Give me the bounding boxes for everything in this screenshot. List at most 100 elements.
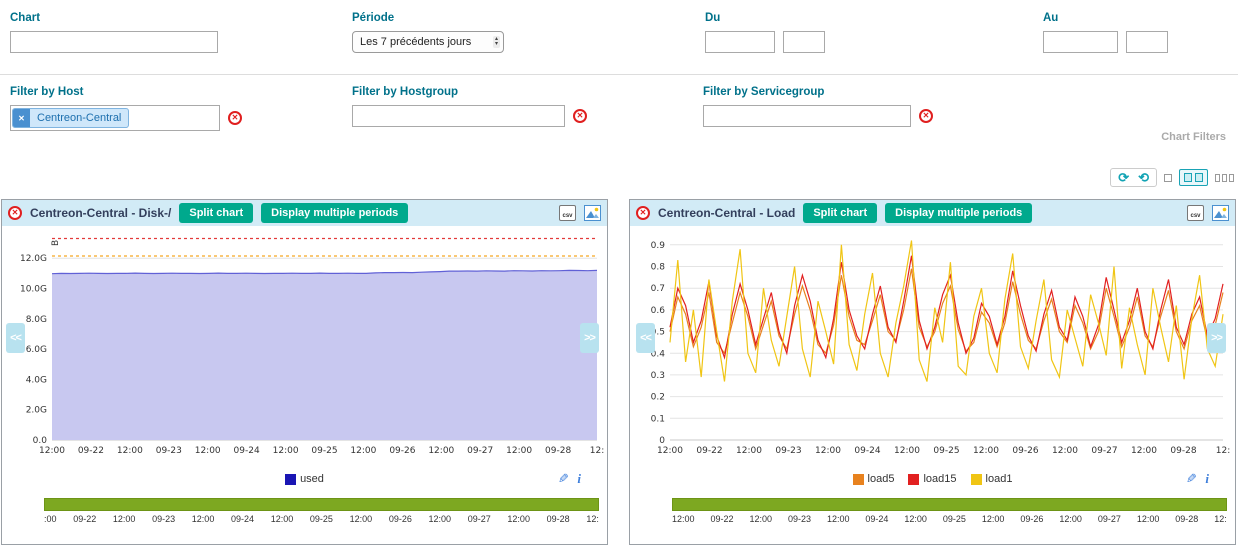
timeline-tick: 09-24	[865, 514, 888, 524]
du-label: Du	[705, 12, 825, 24]
export-image-icon[interactable]	[1212, 205, 1229, 221]
svg-text:12:00: 12:00	[350, 446, 376, 456]
display-multiple-periods-button[interactable]: Display multiple periods	[261, 203, 408, 223]
export-csv-icon[interactable]: csv	[559, 205, 576, 221]
svg-text:12:00: 12:00	[736, 446, 762, 456]
refresh-icon[interactable]: ⟳	[1118, 171, 1129, 184]
svg-text:09-28: 09-28	[1170, 446, 1196, 456]
timeline-tick-labels: 12:0009-2212:0009-2312:0009-2412:0009-25…	[672, 514, 1227, 524]
graph-info-icon[interactable]: i	[577, 471, 581, 487]
filter-by-host-label: Filter by Host	[10, 86, 242, 98]
au-date-input[interactable]	[1043, 31, 1118, 53]
view-toolbar: ⟳ ⟲	[1110, 168, 1234, 187]
clear-host-filter-icon[interactable]: ✕	[228, 111, 242, 125]
svg-text:09-23: 09-23	[775, 446, 801, 456]
chart-filters-section-label: Chart Filters	[1161, 131, 1226, 143]
legend-label: load15	[923, 473, 956, 485]
timeline-tick: 12:00	[429, 514, 452, 524]
select-arrows-icon: ▴▾	[493, 36, 500, 48]
svg-text:09-22: 09-22	[696, 446, 722, 456]
servicegroup-filter-input[interactable]	[703, 105, 911, 127]
one-column-layout-icon[interactable]	[1164, 174, 1172, 182]
filter-by-host-field: Filter by Host ✕ Centreon-Central ✕	[10, 86, 242, 131]
scroll-left-button[interactable]: <<	[6, 323, 25, 353]
host-tag: ✕ Centreon-Central	[12, 108, 129, 128]
close-graph-icon[interactable]: ✕	[636, 206, 650, 220]
svg-text:09-22: 09-22	[78, 446, 104, 456]
load-chart[interactable]: 00.10.20.30.40.50.60.70.80.912:0009-2212…	[630, 226, 1235, 458]
svg-text:0.8: 0.8	[651, 263, 666, 273]
clear-servicegroup-filter-icon[interactable]: ✕	[919, 109, 933, 123]
du-time-input[interactable]	[783, 31, 825, 53]
svg-text:09-24: 09-24	[234, 446, 260, 456]
split-chart-button[interactable]: Split chart	[179, 203, 253, 223]
display-multiple-periods-button[interactable]: Display multiple periods	[885, 203, 1032, 223]
legend-label: load5	[868, 473, 895, 485]
timeline-range-bar[interactable]	[44, 498, 599, 511]
timeline-tick: 09-26	[1020, 514, 1043, 524]
legend-item-used[interactable]: used	[285, 473, 324, 485]
svg-text:0.9: 0.9	[651, 241, 666, 251]
three-column-layout-icon[interactable]	[1215, 174, 1234, 182]
legend-label: load1	[986, 473, 1013, 485]
hostgroup-filter-input[interactable]	[352, 105, 565, 127]
graph-panels: ✕ Centreon-Central - Disk-/ Split chart …	[1, 199, 1236, 545]
timeline-tick: 12:00	[1059, 514, 1082, 524]
legend-swatch	[853, 474, 864, 485]
svg-text:12:00: 12:00	[657, 446, 683, 456]
export-image-icon[interactable]	[584, 205, 601, 221]
svg-text:12:00: 12:00	[815, 446, 841, 456]
legend-swatch	[908, 474, 919, 485]
timeline-tick: 09-23	[152, 514, 175, 524]
timeline-tick: 12:00	[982, 514, 1005, 524]
legend-item-load1[interactable]: load1	[971, 473, 1013, 485]
periode-select[interactable]: Les 7 précédents jours ▴▾	[352, 31, 504, 53]
legend-row: load5 load15 load1 ✎ i	[630, 468, 1235, 490]
timeline-tick: 09-23	[788, 514, 811, 524]
legend-item-load15[interactable]: load15	[908, 473, 956, 485]
timeline-tick: 12:	[586, 514, 599, 524]
timeline-tick: 09-22	[73, 514, 96, 524]
tag-remove-icon[interactable]: ✕	[13, 108, 30, 128]
clear-hostgroup-filter-icon[interactable]: ✕	[573, 109, 587, 123]
timeline-tick-labels: :0009-2212:0009-2312:0009-2412:0009-2512…	[44, 514, 599, 524]
filter-by-servicegroup-label: Filter by Servicegroup	[703, 86, 933, 98]
svg-text:12:00: 12:00	[894, 446, 920, 456]
auto-refresh-icon[interactable]: ⟲	[1138, 171, 1149, 184]
scroll-right-button[interactable]: >>	[1207, 323, 1226, 353]
timeline-range-bar[interactable]	[672, 498, 1227, 511]
chart-filter-label: Chart	[10, 12, 218, 24]
svg-text:0.0: 0.0	[33, 436, 48, 446]
svg-text:12:00: 12:00	[273, 446, 299, 456]
chart-filter-input[interactable]	[10, 31, 218, 53]
au-field: Au	[1043, 12, 1168, 53]
edit-graph-icon[interactable]: ✎	[1186, 471, 1197, 487]
timeline-tick: 12:00	[113, 514, 136, 524]
scroll-right-button[interactable]: >>	[580, 323, 599, 353]
two-column-layout-icon[interactable]	[1179, 169, 1208, 186]
timeline-tick: 09-24	[231, 514, 254, 524]
scroll-left-button[interactable]: <<	[636, 323, 655, 353]
filter-by-hostgroup-field: Filter by Hostgroup ✕	[352, 86, 587, 127]
timeline-tick: 12:00	[904, 514, 927, 524]
edit-graph-icon[interactable]: ✎	[558, 471, 569, 487]
au-label: Au	[1043, 12, 1168, 24]
svg-text:0.1: 0.1	[651, 414, 665, 424]
graph-info-icon[interactable]: i	[1205, 471, 1209, 487]
filter-by-hostgroup-label: Filter by Hostgroup	[352, 86, 587, 98]
svg-text:12:: 12:	[590, 446, 604, 456]
filter-divider	[0, 74, 1238, 75]
close-graph-icon[interactable]: ✕	[8, 206, 22, 220]
svg-text:12:00: 12:00	[973, 446, 999, 456]
au-time-input[interactable]	[1126, 31, 1168, 53]
disk-usage-chart[interactable]: 0.02.0G4.0G6.0G8.0G10.0G12.0G12:0009-221…	[2, 226, 607, 458]
legend-item-load5[interactable]: load5	[853, 473, 895, 485]
split-chart-button[interactable]: Split chart	[803, 203, 877, 223]
svg-text:12:: 12:	[1216, 446, 1230, 456]
graph-title: Centreon-Central - Load	[658, 206, 795, 220]
export-csv-icon[interactable]: csv	[1187, 205, 1204, 221]
du-date-input[interactable]	[705, 31, 775, 53]
host-filter-input[interactable]: ✕ Centreon-Central	[10, 105, 220, 131]
svg-text:8.0G: 8.0G	[26, 315, 47, 325]
svg-text:12:00: 12:00	[1131, 446, 1157, 456]
